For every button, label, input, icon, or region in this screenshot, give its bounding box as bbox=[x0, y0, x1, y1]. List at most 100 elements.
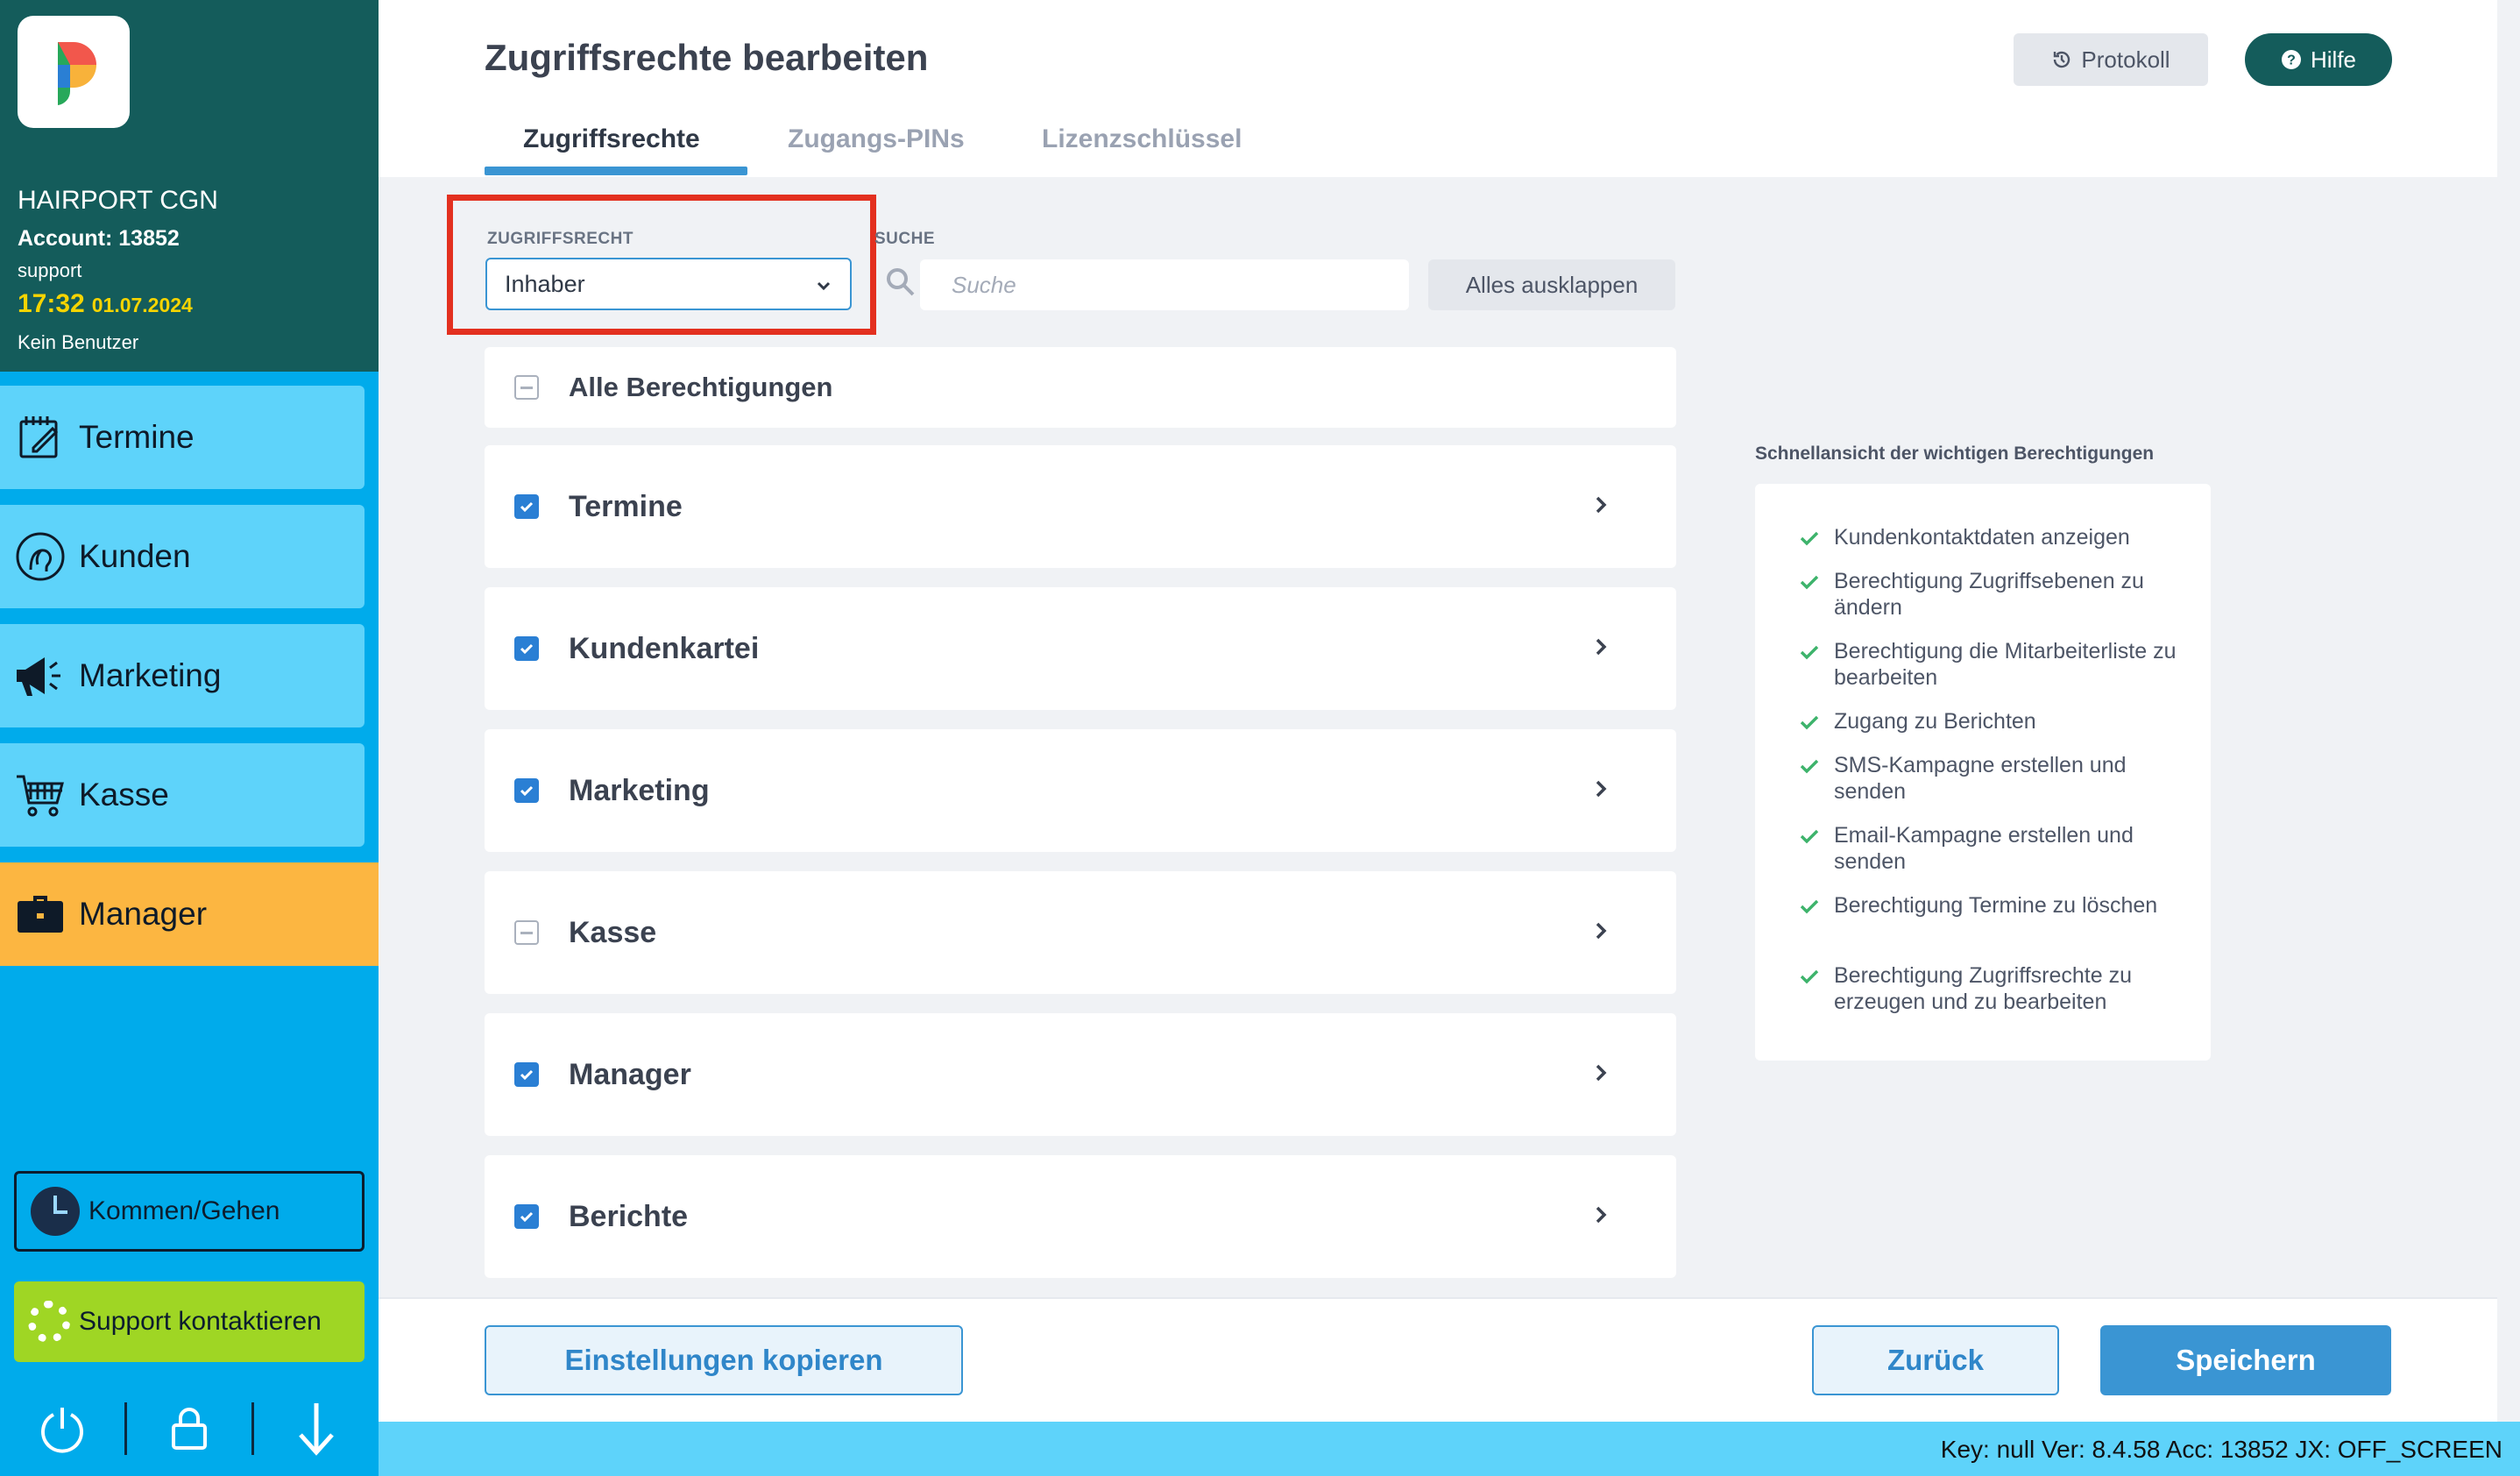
check-icon bbox=[1800, 829, 1819, 844]
tab-lizenzschluessel[interactable]: Lizenzschlüssel bbox=[1042, 124, 1242, 154]
check-icon bbox=[1800, 715, 1819, 730]
permission-group-label: Marketing bbox=[569, 773, 710, 807]
check-icon bbox=[1800, 969, 1819, 984]
tab-zugriffsrechte[interactable]: Zugriffsrechte bbox=[523, 124, 700, 154]
quick-view-item: Zugang zu Berichten bbox=[1799, 708, 2193, 734]
quick-view-item-text: Berechtigung Termine zu löschen bbox=[1834, 893, 2158, 918]
search-input[interactable] bbox=[920, 259, 1409, 310]
tab-zugangs-pins[interactable]: Zugangs-PINs bbox=[788, 124, 965, 154]
checkbox-checked[interactable] bbox=[514, 636, 539, 661]
nav-termine[interactable]: Termine bbox=[0, 386, 365, 489]
lifebuoy-icon bbox=[28, 1301, 70, 1343]
power-icon[interactable] bbox=[0, 1392, 124, 1465]
page-title: Zugriffsrechte bearbeiten bbox=[485, 37, 929, 78]
kommen-gehen-label: Kommen/Gehen bbox=[88, 1196, 280, 1225]
permission-group-label: Manager bbox=[569, 1057, 691, 1091]
checkbox-checked[interactable] bbox=[514, 1062, 539, 1087]
hilfe-label: Hilfe bbox=[2310, 46, 2356, 73]
access-level-value: Inhaber bbox=[505, 270, 585, 297]
active-tab-indicator bbox=[485, 167, 747, 175]
quick-view-item: Email-Kampagne erstellen und senden bbox=[1799, 822, 2193, 875]
quick-view-title: Schnellansicht der wichtigen Berechtigun… bbox=[1755, 444, 2155, 464]
back-button[interactable]: Zurück bbox=[1812, 1325, 2059, 1395]
all-permissions-row[interactable]: Alle Berechtigungen bbox=[485, 347, 1676, 428]
permission-group-label: Kasse bbox=[569, 915, 657, 949]
nav-termine-label: Termine bbox=[79, 419, 195, 455]
kommen-gehen-button[interactable]: Kommen/Gehen bbox=[14, 1171, 365, 1252]
support-button[interactable]: Support kontaktieren bbox=[14, 1281, 365, 1362]
clock-date: 01.07.2024 bbox=[91, 294, 193, 316]
permission-group-termine[interactable]: Termine bbox=[485, 445, 1676, 568]
logged-in-user: support bbox=[18, 259, 82, 281]
quick-view-item-text: Berechtigung Zugriffsrechte zu erzeugen … bbox=[1834, 963, 2133, 1014]
access-level-select[interactable]: Inhaber bbox=[485, 258, 852, 310]
nav-kunden[interactable]: Kunden bbox=[0, 505, 365, 608]
quick-view-item: Kundenkontaktdaten anzeigen bbox=[1799, 524, 2193, 550]
quick-view-item-text: Kundenkontaktdaten anzeigen bbox=[1834, 525, 2130, 550]
clock-icon bbox=[31, 1187, 80, 1236]
page-header: Zugriffsrechte bearbeiten Zugriffsrechte… bbox=[379, 0, 2497, 177]
current-employee: Kein Benutzer bbox=[18, 331, 139, 353]
history-icon bbox=[2054, 51, 2071, 68]
protokoll-button[interactable]: Protokoll bbox=[2014, 33, 2208, 86]
salon-name: HAIRPORT CGN bbox=[18, 186, 218, 215]
permission-group-kundenkartei[interactable]: Kundenkartei bbox=[485, 587, 1676, 710]
chevron-right-icon[interactable] bbox=[1589, 917, 1613, 945]
chevron-right-icon[interactable] bbox=[1589, 491, 1613, 519]
lock-icon[interactable] bbox=[127, 1392, 251, 1465]
nav-marketing[interactable]: Marketing bbox=[0, 624, 365, 727]
check-icon bbox=[520, 1211, 534, 1223]
permission-group-kasse[interactable]: Kasse bbox=[485, 871, 1676, 994]
nav-manager-label: Manager bbox=[79, 896, 208, 932]
checkbox-checked[interactable] bbox=[514, 1204, 539, 1229]
checkbox-checked[interactable] bbox=[514, 494, 539, 519]
nav-manager[interactable]: Manager bbox=[0, 862, 379, 966]
chevron-right-icon[interactable] bbox=[1589, 1059, 1613, 1087]
check-icon bbox=[520, 643, 534, 655]
check-icon bbox=[520, 785, 534, 797]
briefcase-icon bbox=[12, 886, 68, 942]
app-logo bbox=[18, 16, 130, 128]
clock-time: 17:32 bbox=[18, 289, 85, 318]
quick-view-item: Berechtigung Zugriffsrechte zu erzeugen … bbox=[1799, 962, 2193, 1015]
quick-view-item-text: Berechtigung Zugriffsebenen zu ändern bbox=[1834, 569, 2144, 620]
all-permissions-checkbox[interactable] bbox=[514, 375, 539, 400]
right-gutter bbox=[2497, 0, 2520, 1422]
sidebar: HAIRPORT CGN Account: 13852 support 17:3… bbox=[0, 0, 379, 1476]
search-label: SUCHE bbox=[874, 230, 936, 248]
svg-text:?: ? bbox=[2287, 53, 2296, 68]
check-icon bbox=[1800, 899, 1819, 914]
nav-kunden-label: Kunden bbox=[79, 538, 191, 574]
status-text: Key: null Ver: 8.4.58 Acc: 13852 JX: OFF… bbox=[1940, 1436, 2502, 1463]
check-icon bbox=[1800, 531, 1819, 546]
check-icon bbox=[1800, 759, 1819, 774]
check-icon bbox=[520, 501, 534, 513]
search-icon bbox=[885, 266, 917, 302]
checkbox-checked[interactable] bbox=[514, 778, 539, 803]
cart-icon bbox=[12, 767, 68, 823]
permission-group-manager[interactable]: Manager bbox=[485, 1013, 1676, 1136]
quick-view-item-text: Berechtigung die Mitarbeiterliste zu bea… bbox=[1834, 639, 2177, 690]
permission-group-berichte[interactable]: Berichte bbox=[485, 1155, 1676, 1278]
save-button[interactable]: Speichern bbox=[2100, 1325, 2391, 1395]
hilfe-button[interactable]: ? Hilfe bbox=[2245, 33, 2392, 86]
support-label: Support kontaktieren bbox=[79, 1307, 322, 1336]
chevron-right-icon[interactable] bbox=[1589, 633, 1613, 661]
check-icon bbox=[1800, 575, 1819, 590]
quick-view-item: Berechtigung Termine zu löschen bbox=[1799, 892, 2193, 919]
chevron-right-icon[interactable] bbox=[1589, 1201, 1613, 1229]
nav-marketing-label: Marketing bbox=[79, 657, 222, 693]
permission-group-label: Termine bbox=[569, 489, 683, 523]
nav-kasse[interactable]: Kasse bbox=[0, 743, 365, 847]
clock: 17:32 01.07.2024 bbox=[18, 289, 193, 319]
expand-all-button[interactable]: Alles ausklappen bbox=[1428, 259, 1675, 310]
checkbox-partial[interactable] bbox=[514, 920, 539, 945]
quick-view-card: Kundenkontaktdaten anzeigen Berechtigung… bbox=[1755, 484, 2211, 1061]
copy-settings-button[interactable]: Einstellungen kopieren bbox=[485, 1325, 963, 1395]
arrow-down-icon[interactable] bbox=[254, 1392, 379, 1465]
calendar-edit-icon bbox=[12, 409, 68, 465]
account-number: Account: 13852 bbox=[18, 226, 180, 251]
chevron-right-icon[interactable] bbox=[1589, 775, 1613, 803]
sidebar-account-panel: HAIRPORT CGN Account: 13852 support 17:3… bbox=[0, 0, 379, 372]
permission-group-marketing[interactable]: Marketing bbox=[485, 729, 1676, 852]
